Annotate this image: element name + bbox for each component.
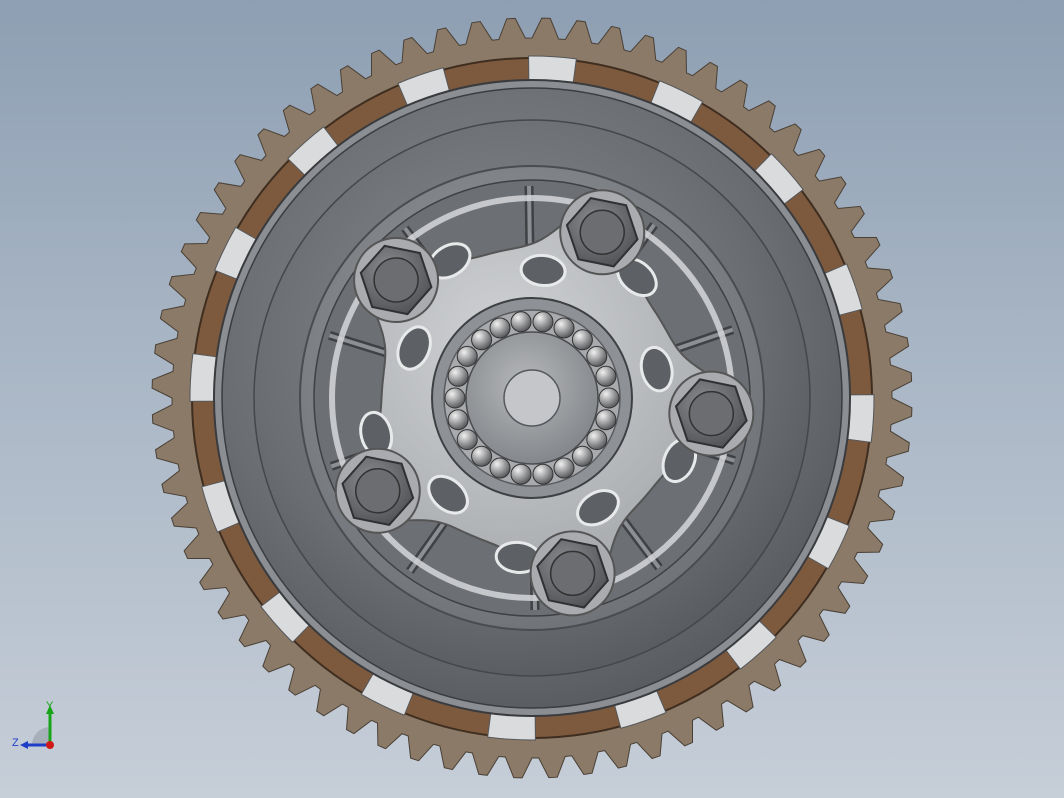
- bearing-ball: [586, 345, 608, 367]
- bolt-center: [549, 550, 596, 597]
- x-axis-point: [46, 741, 54, 749]
- friction-tab: [528, 55, 577, 84]
- friction-tab: [487, 712, 536, 741]
- bolt-center: [373, 257, 419, 303]
- bearing-ball: [447, 365, 469, 387]
- bearing-ball: [553, 457, 575, 479]
- bolt-center: [355, 468, 401, 514]
- bearing-ball: [489, 457, 511, 479]
- z-axis-label: Z: [12, 737, 19, 749]
- bearing-ball: [553, 317, 575, 339]
- bearing-ball: [471, 329, 493, 351]
- bearing-ball: [598, 387, 620, 409]
- bearing-ball: [586, 429, 608, 451]
- bearing-ball: [456, 345, 478, 367]
- bearing-ball: [510, 463, 532, 485]
- clutch-assembly-model[interactable]: Y Z: [0, 0, 1064, 798]
- friction-tab: [846, 394, 875, 443]
- friction-tab: [189, 353, 218, 402]
- bearing-ball: [595, 409, 617, 431]
- bolt-center: [688, 390, 735, 437]
- bearing-ball: [532, 311, 554, 333]
- bearing-ball: [571, 329, 593, 351]
- orientation-triad[interactable]: Y Z: [12, 700, 54, 749]
- graphics-viewport[interactable]: Y Z: [0, 0, 1064, 798]
- bearing-ball: [571, 445, 593, 467]
- bearing-ball: [471, 445, 493, 467]
- bolt-center: [579, 209, 625, 256]
- bearing-ball: [532, 463, 554, 485]
- bearing-ball: [456, 429, 478, 451]
- bearing-ball: [489, 317, 511, 339]
- bearing-ball: [510, 311, 532, 333]
- z-axis-head: [20, 741, 28, 749]
- y-axis-label: Y: [46, 700, 54, 712]
- bearing-ball: [447, 409, 469, 431]
- bearing-ball: [595, 365, 617, 387]
- bearing-ball: [444, 387, 466, 409]
- pushrod-hub: [503, 369, 561, 427]
